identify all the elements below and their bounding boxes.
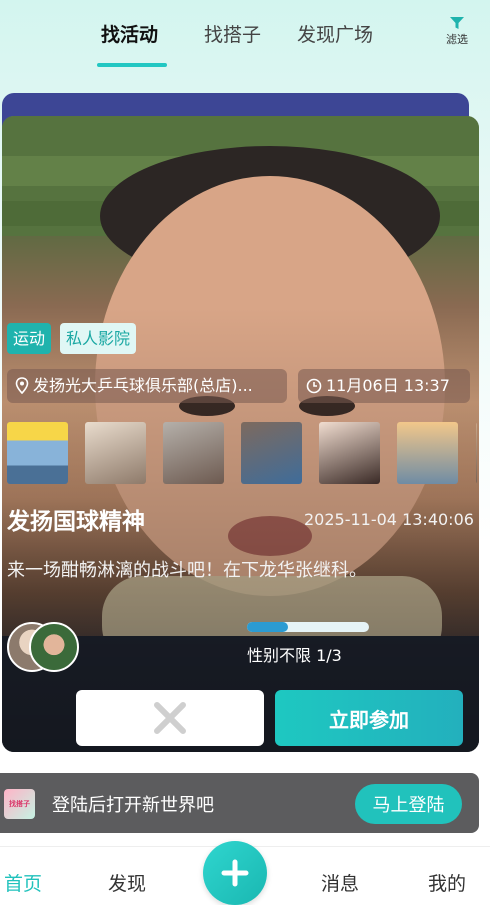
create-activity-button[interactable] — [203, 841, 267, 905]
location-text: 发扬光大乒乓球俱乐部(总店)... — [33, 376, 253, 395]
filter-label: 滤选 — [446, 33, 468, 46]
top-tab-bar: 找活动 找搭子 发现广场 滤选 — [0, 0, 490, 78]
thumbnail-photo[interactable] — [475, 422, 477, 484]
login-prompt-text: 登陆后打开新世界吧 — [52, 795, 214, 816]
participant-progress-bar — [247, 622, 369, 632]
tab-find-partner[interactable]: 找搭子 — [204, 20, 261, 47]
nav-messages[interactable]: 消息 — [321, 869, 359, 896]
plus-icon — [221, 859, 249, 887]
login-now-button[interactable]: 马上登陆 — [355, 784, 462, 824]
thumbnail-photo[interactable] — [241, 422, 303, 484]
active-tab-indicator — [97, 63, 167, 67]
participant-avatars[interactable] — [7, 620, 82, 674]
nav-profile[interactable]: 我的 — [428, 869, 466, 896]
location-pin-icon — [15, 377, 29, 394]
thumbnail-photo[interactable] — [85, 422, 147, 484]
tab-find-activity[interactable]: 找活动 — [101, 20, 158, 47]
activity-title: 发扬国球精神 — [7, 509, 145, 535]
bottom-navigation: 首页 发现 消息 我的 — [0, 841, 490, 905]
tag-private-cinema: 私人影院 — [60, 323, 137, 354]
thumbnail-photo[interactable] — [319, 422, 381, 484]
posted-timestamp: 2025-11-04 13:40:06 — [304, 510, 474, 529]
photo-thumbnail-strip — [7, 422, 477, 484]
location-pill[interactable]: 发扬光大乒乓球俱乐部(总店)... — [7, 369, 287, 403]
close-x-icon — [154, 702, 186, 734]
activity-description: 来一场酣畅淋漓的战斗吧！在下龙华张继科。 — [7, 560, 367, 581]
tab-discover-square[interactable]: 发现广场 — [297, 20, 373, 47]
reject-button[interactable] — [76, 690, 264, 746]
app-logo: 找搭子 — [4, 789, 35, 819]
login-banner[interactable]: 找搭子 登陆后打开新世界吧 马上登陆 — [0, 773, 479, 833]
gender-participant-count: 性别不限 1/3 — [247, 646, 342, 665]
activity-card[interactable]: 运动 私人影院 发扬光大乒乓球俱乐部(总店)... 11月06日 13:37 发… — [2, 116, 479, 752]
tag-sport: 运动 — [7, 323, 52, 354]
thumbnail-photo[interactable] — [7, 422, 68, 484]
clock-icon — [306, 378, 322, 394]
nav-discover[interactable]: 发现 — [108, 869, 146, 896]
filter-icon — [450, 17, 464, 29]
filter-button[interactable]: 滤选 — [440, 16, 474, 47]
nav-home[interactable]: 首页 — [4, 869, 42, 896]
participant-progress-fill — [247, 622, 288, 632]
join-now-button[interactable]: 立即参加 — [275, 690, 463, 746]
thumbnail-photo[interactable] — [397, 422, 459, 484]
time-pill: 11月06日 13:37 — [298, 369, 470, 403]
thumbnail-photo[interactable] — [163, 422, 225, 484]
avatar — [29, 622, 79, 672]
start-time-text: 11月06日 13:37 — [326, 376, 450, 395]
